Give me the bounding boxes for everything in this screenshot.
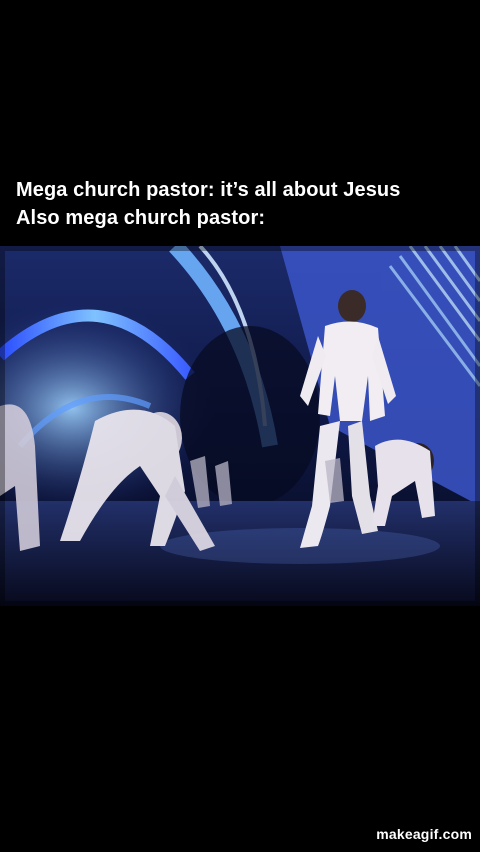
caption-line-2: Also mega church pastor: <box>16 207 266 229</box>
stage-performance-image <box>0 246 480 606</box>
video-frame[interactable] <box>0 246 480 606</box>
makeagif-watermark: makeagif.com <box>376 826 472 842</box>
meme-caption: Mega church pastor: it’s all about Jesus… <box>16 176 476 232</box>
caption-line-1: Mega church pastor: it’s all about Jesus <box>16 179 401 201</box>
